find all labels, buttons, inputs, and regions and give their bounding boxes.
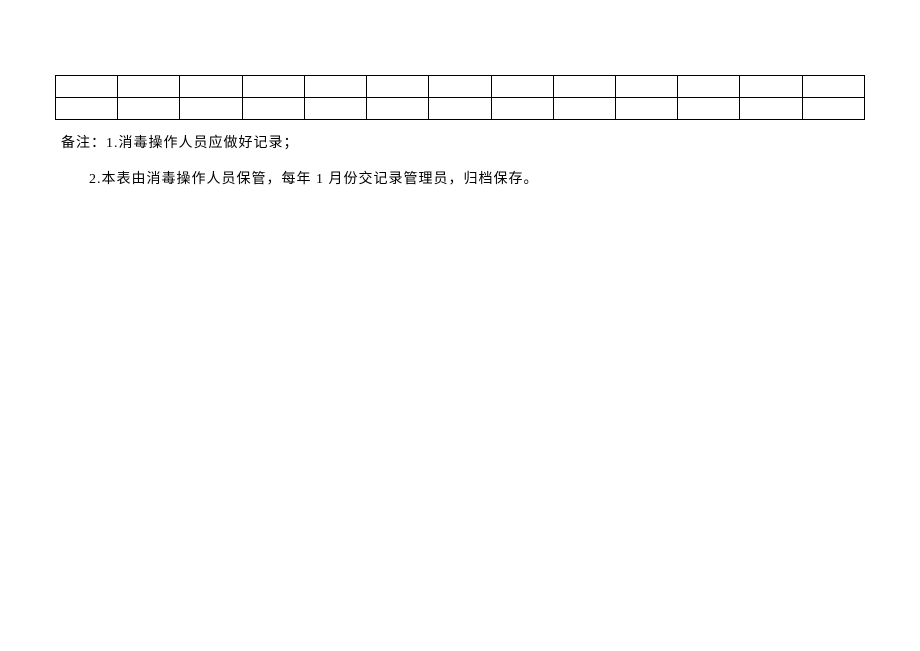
table-cell	[242, 98, 304, 120]
table-cell	[304, 76, 366, 98]
table-cell	[615, 98, 677, 120]
notes-section: 备注：1.消毒操作人员应做好记录； 2.本表由消毒操作人员保管，每年 1 月份交…	[55, 126, 865, 199]
table-cell	[367, 98, 429, 120]
table-row	[56, 98, 865, 120]
table-cell	[367, 76, 429, 98]
table-cell	[802, 98, 864, 120]
table-cell	[615, 76, 677, 98]
table-cell	[429, 98, 491, 120]
table-cell	[553, 76, 615, 98]
table-cell	[678, 98, 740, 120]
table-cell	[678, 76, 740, 98]
table-cell	[491, 76, 553, 98]
table-cell	[429, 76, 491, 98]
table-cell	[802, 76, 864, 98]
table-cell	[118, 98, 180, 120]
table-cell	[304, 98, 366, 120]
table-cell	[740, 76, 802, 98]
table-cell	[56, 98, 118, 120]
record-table	[55, 75, 865, 120]
note-line-2: 2.本表由消毒操作人员保管，每年 1 月份交记录管理员，归档保存。	[61, 162, 865, 198]
table-cell	[553, 98, 615, 120]
page-container: 备注：1.消毒操作人员应做好记录； 2.本表由消毒操作人员保管，每年 1 月份交…	[0, 0, 920, 199]
table-cell	[180, 76, 242, 98]
table-cell	[180, 98, 242, 120]
note-line-1: 备注：1.消毒操作人员应做好记录；	[61, 126, 865, 162]
table-cell	[242, 76, 304, 98]
table-row	[56, 76, 865, 98]
table-cell	[491, 98, 553, 120]
table-cell	[56, 76, 118, 98]
table-cell	[118, 76, 180, 98]
table-cell	[740, 98, 802, 120]
